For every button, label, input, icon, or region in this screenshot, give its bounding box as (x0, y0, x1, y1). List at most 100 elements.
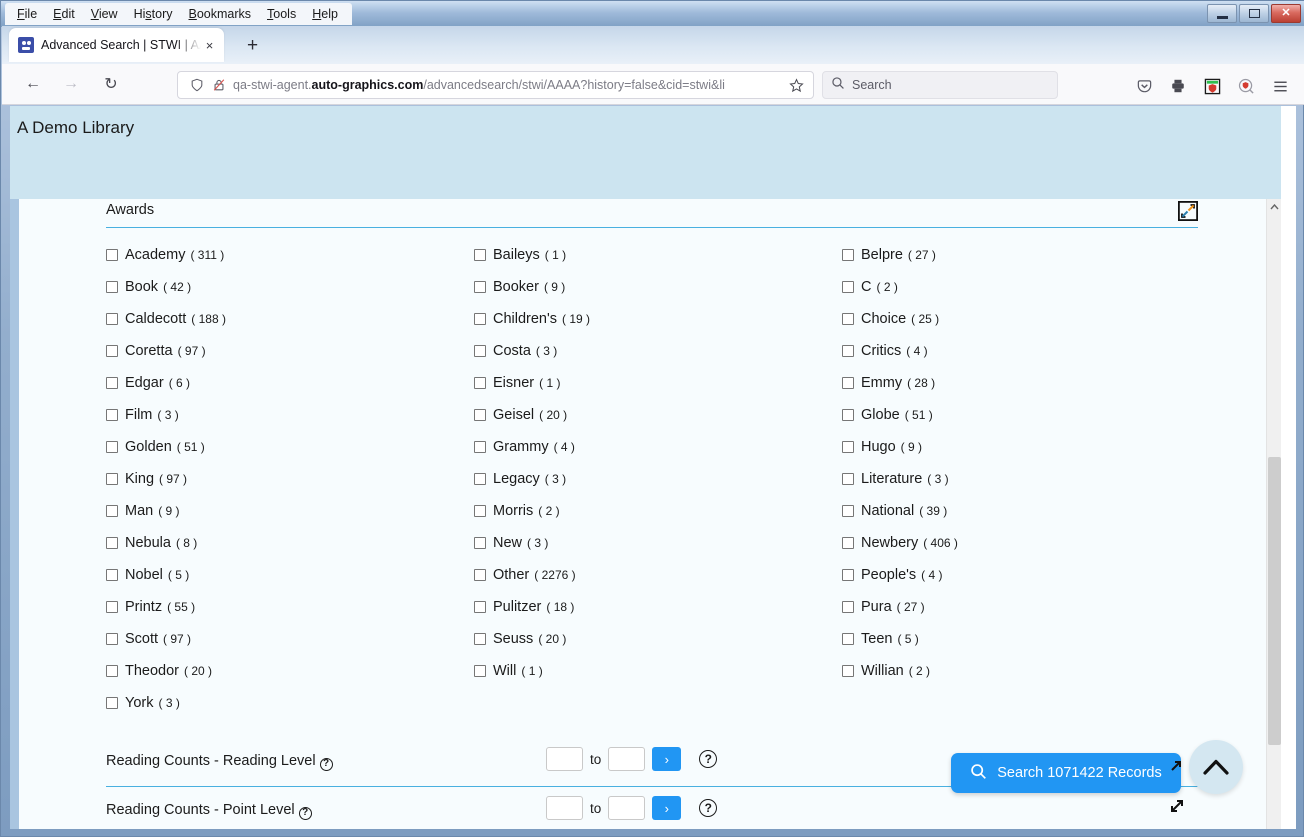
checkbox-icon[interactable] (842, 345, 854, 357)
resize-expand-icon-top[interactable] (1169, 759, 1183, 778)
checkbox-icon[interactable] (474, 505, 486, 517)
checkbox-icon[interactable] (106, 697, 118, 709)
checkbox-icon[interactable] (474, 473, 486, 485)
award-option[interactable]: Critics ( 4 ) (842, 335, 958, 367)
checkbox-icon[interactable] (474, 665, 486, 677)
award-option[interactable]: Coretta ( 97 ) (106, 335, 226, 367)
award-option[interactable]: Man ( 9 ) (106, 495, 226, 527)
checkbox-icon[interactable] (474, 633, 486, 645)
award-option[interactable]: Geisel ( 20 ) (474, 399, 590, 431)
award-option[interactable]: Pulitzer ( 18 ) (474, 591, 590, 623)
award-option[interactable]: Theodor ( 20 ) (106, 655, 226, 687)
award-option[interactable]: Choice ( 25 ) (842, 303, 958, 335)
checkbox-icon[interactable] (474, 313, 486, 325)
checkbox-icon[interactable] (106, 569, 118, 581)
award-option[interactable]: Other ( 2276 ) (474, 559, 590, 591)
award-option[interactable]: Will ( 1 ) (474, 655, 590, 687)
award-option[interactable]: King ( 97 ) (106, 463, 226, 495)
award-option[interactable]: Edgar ( 6 ) (106, 367, 226, 399)
checkbox-icon[interactable] (842, 313, 854, 325)
checkbox-icon[interactable] (842, 569, 854, 581)
shield-icon[interactable] (186, 74, 208, 96)
lock-broken-icon[interactable] (208, 74, 230, 96)
menu-history[interactable]: History (126, 5, 181, 23)
award-option[interactable]: Grammy ( 4 ) (474, 431, 590, 463)
award-option[interactable]: Morris ( 2 ) (474, 495, 590, 527)
forward-icon[interactable]: → (56, 69, 86, 99)
security-addon-icon[interactable] (1197, 71, 1227, 101)
checkbox-icon[interactable] (474, 441, 486, 453)
range-help-icon[interactable]: ? (699, 750, 718, 768)
award-option[interactable]: People's ( 4 ) (842, 559, 958, 591)
window-close-button[interactable]: ✕ (1271, 4, 1301, 23)
checkbox-icon[interactable] (842, 377, 854, 389)
award-option[interactable]: Hugo ( 9 ) (842, 431, 958, 463)
award-option[interactable]: C ( 2 ) (842, 271, 958, 303)
award-option[interactable]: Eisner ( 1 ) (474, 367, 590, 399)
award-option[interactable]: York ( 3 ) (106, 687, 226, 719)
checkbox-icon[interactable] (474, 377, 486, 389)
checkbox-icon[interactable] (474, 281, 486, 293)
award-option[interactable]: Golden ( 51 ) (106, 431, 226, 463)
checkbox-icon[interactable] (106, 601, 118, 613)
tab-close-icon[interactable]: × (201, 37, 218, 54)
checkbox-icon[interactable] (842, 537, 854, 549)
award-option[interactable]: Legacy ( 3 ) (474, 463, 590, 495)
checkbox-icon[interactable] (106, 345, 118, 357)
checkbox-icon[interactable] (106, 473, 118, 485)
award-option[interactable]: New ( 3 ) (474, 527, 590, 559)
checkbox-icon[interactable] (842, 473, 854, 485)
checkbox-icon[interactable] (474, 345, 486, 357)
search-records-button[interactable]: Search 1071422 Records (951, 753, 1181, 793)
menu-bookmarks[interactable]: Bookmarks (181, 5, 260, 23)
collapse-expand-icon[interactable] (1177, 200, 1199, 226)
addon-magnifier-icon[interactable] (1231, 71, 1261, 101)
checkbox-icon[interactable] (106, 505, 118, 517)
award-option[interactable]: Seuss ( 20 ) (474, 623, 590, 655)
checkbox-icon[interactable] (842, 505, 854, 517)
award-option[interactable]: Booker ( 9 ) (474, 271, 590, 303)
resize-expand-icon-bottom[interactable] (1169, 798, 1185, 819)
award-option[interactable]: Literature ( 3 ) (842, 463, 958, 495)
new-tab-button[interactable]: + (240, 33, 265, 58)
window-maximize-button[interactable] (1239, 4, 1269, 23)
hamburger-menu-icon[interactable] (1265, 71, 1295, 101)
checkbox-icon[interactable] (106, 281, 118, 293)
scrollbar-thumb[interactable] (1268, 457, 1281, 745)
range-to-input[interactable] (608, 796, 646, 820)
menu-help[interactable]: Help (304, 5, 346, 23)
page-scrollbar[interactable] (1266, 199, 1281, 829)
award-option[interactable]: Nebula ( 8 ) (106, 527, 226, 559)
checkbox-icon[interactable] (106, 249, 118, 261)
help-inline-icon[interactable]: ? (298, 806, 312, 820)
award-option[interactable]: Newbery ( 406 ) (842, 527, 958, 559)
award-option[interactable]: Academy ( 311 ) (106, 239, 226, 271)
award-option[interactable]: Film ( 3 ) (106, 399, 226, 431)
menu-file[interactable]: File (9, 5, 45, 23)
award-option[interactable]: Globe ( 51 ) (842, 399, 958, 431)
checkbox-icon[interactable] (106, 441, 118, 453)
scrollbar-up-arrow[interactable] (1267, 199, 1281, 215)
checkbox-icon[interactable] (842, 601, 854, 613)
award-option[interactable]: National ( 39 ) (842, 495, 958, 527)
range-go-button[interactable]: › (652, 796, 682, 820)
help-inline-icon[interactable]: ? (319, 757, 333, 771)
range-go-button[interactable]: › (652, 747, 682, 771)
browser-tab-active[interactable]: Advanced Search | STWI | AAAA × (9, 28, 224, 62)
award-option[interactable]: Scott ( 97 ) (106, 623, 226, 655)
award-option[interactable]: Pura ( 27 ) (842, 591, 958, 623)
print-icon[interactable] (1163, 71, 1193, 101)
checkbox-icon[interactable] (106, 377, 118, 389)
back-icon[interactable]: ← (18, 69, 48, 99)
award-option[interactable]: Nobel ( 5 ) (106, 559, 226, 591)
scroll-to-top-button[interactable] (1189, 740, 1243, 794)
save-to-pocket-icon[interactable] (1129, 71, 1159, 101)
checkbox-icon[interactable] (474, 409, 486, 421)
award-option[interactable]: Willian ( 2 ) (842, 655, 958, 687)
range-from-input[interactable] (546, 796, 583, 820)
browser-search-bar[interactable]: Search (822, 71, 1058, 99)
reload-icon[interactable]: ↻ (96, 69, 126, 99)
address-bar[interactable]: qa-stwi-agent.auto-graphics.com/advanced… (177, 71, 814, 99)
checkbox-icon[interactable] (106, 665, 118, 677)
range-to-input[interactable] (608, 747, 646, 771)
